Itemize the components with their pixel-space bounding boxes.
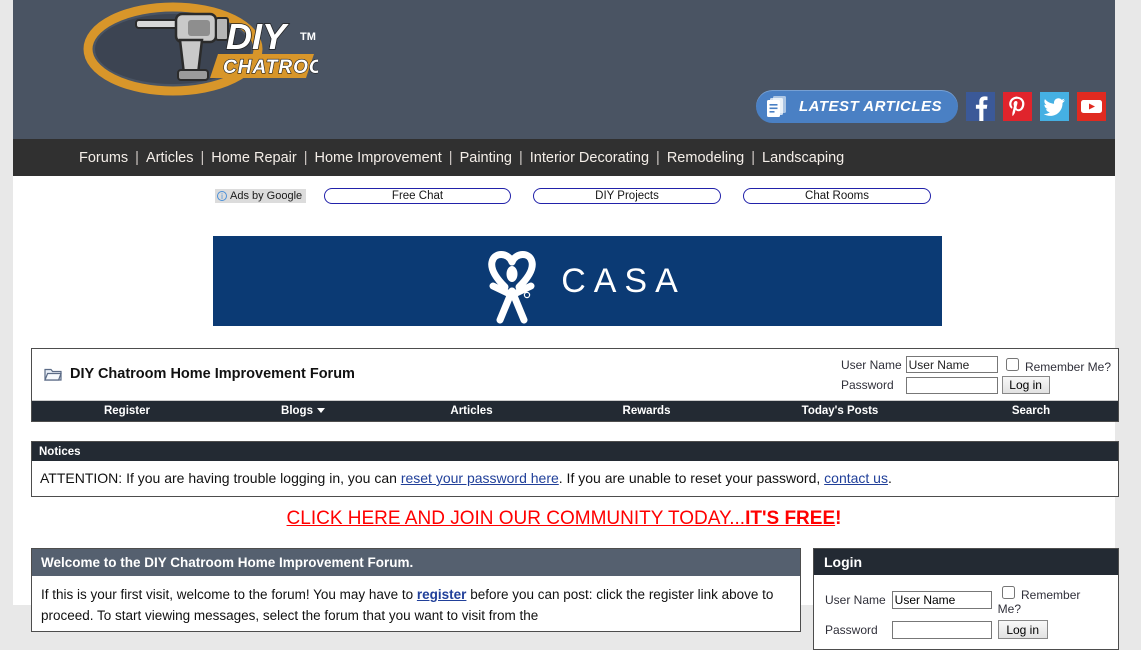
welcome-title: Welcome to the DIY Chatroom Home Improve…: [32, 549, 800, 576]
ad-link-diy-projects[interactable]: DIY Projects: [533, 188, 721, 204]
forum-nav-register[interactable]: Register: [32, 405, 222, 417]
facebook-glyph: [975, 96, 988, 121]
main-navigation: Forums | Articles | Home Repair | Home I…: [13, 139, 1115, 176]
nav-separator: |: [303, 149, 308, 166]
facebook-icon[interactable]: [966, 92, 995, 121]
casa-banner-inner: CASA: [213, 236, 942, 326]
latest-articles-button[interactable]: LATEST ARTICLES: [755, 90, 958, 123]
youtube-icon[interactable]: [1077, 92, 1106, 121]
nav-item-home-repair[interactable]: Home Repair: [211, 150, 296, 166]
nav-item-articles[interactable]: Articles: [146, 150, 194, 166]
pinterest-icon[interactable]: [1003, 92, 1032, 121]
forum-nav-search[interactable]: Search: [946, 405, 1116, 417]
nav-separator: |: [518, 149, 523, 166]
nav-separator: |: [656, 149, 660, 166]
login-panel-title: Login: [814, 549, 1118, 575]
twitter-glyph: [1043, 98, 1065, 116]
notices-text-after: .: [887, 470, 892, 486]
forum-nav-blogs-label: Blogs: [281, 405, 313, 417]
notices-text-middle: . If you are unable to reset your passwo…: [558, 470, 825, 486]
login-panel-button[interactable]: Log in: [997, 620, 1048, 639]
notices-title: Notices: [32, 442, 1118, 461]
forum-title: DIY Chatroom Home Improvement Forum: [44, 366, 355, 382]
header-login-button[interactable]: Log in: [1001, 376, 1050, 394]
forum-head: DIY Chatroom Home Improvement Forum User…: [32, 349, 1118, 401]
header-username-input[interactable]: [905, 356, 998, 373]
site-header: DIY TM CHATROOM LATEST ARTICLES: [13, 0, 1115, 139]
header-username-label: User Name: [840, 357, 902, 372]
header-password-label: Password: [840, 378, 894, 392]
login-username-label: User Name: [825, 592, 886, 607]
notices-text-before: ATTENTION: If you are having trouble log…: [40, 470, 401, 486]
login-username-input[interactable]: [891, 590, 992, 609]
ad-link-chat-rooms[interactable]: Chat Rooms: [743, 188, 931, 204]
twitter-icon[interactable]: [1040, 92, 1069, 121]
nav-separator: |: [448, 149, 453, 166]
welcome-text-2: before you can post: click the: [466, 587, 646, 602]
contact-us-link[interactable]: contact us: [824, 470, 888, 486]
reset-password-link[interactable]: reset your password here: [401, 470, 559, 486]
nav-item-home-improvement[interactable]: Home Improvement: [314, 150, 441, 166]
svg-text:TM: TM: [300, 31, 316, 43]
welcome-box: Welcome to the DIY Chatroom Home Improve…: [31, 548, 801, 632]
pinterest-glyph: [1009, 96, 1025, 116]
nav-separator: |: [200, 149, 205, 166]
join-text-main: CLICK HERE AND JOIN OUR COMMUNITY TODAY.…: [286, 508, 746, 529]
nav-item-painting[interactable]: Painting: [460, 150, 512, 166]
forum-nav-articles[interactable]: Articles: [384, 405, 559, 417]
header-remember-me-checkbox[interactable]: [1005, 358, 1019, 371]
login-panel-body: User Name Remember Me? Password Log in: [814, 575, 1118, 649]
nav-item-interior-decorating[interactable]: Interior Decorating: [530, 150, 649, 166]
join-community-link[interactable]: CLICK HERE AND JOIN OUR COMMUNITY TODAY.…: [287, 508, 836, 529]
header-login-form: User Name Remember Me? Password Log in: [839, 354, 1113, 395]
join-community-banner: CLICK HERE AND JOIN OUR COMMUNITY TODAY.…: [13, 508, 1115, 530]
nav-item-forums[interactable]: Forums: [79, 150, 128, 166]
forum-title-text: DIY Chatroom Home Improvement Forum: [70, 366, 355, 382]
page-root: DIY TM CHATROOM LATEST ARTICLES: [13, 0, 1119, 650]
svg-text:CHATROOM: CHATROOM: [223, 57, 318, 78]
login-panel: Login User Name Remember Me? Password Lo…: [813, 548, 1119, 650]
nav-separator: |: [751, 149, 755, 166]
forum-nav-rewards[interactable]: Rewards: [559, 405, 734, 417]
forum-nav-todays-posts[interactable]: Today's Posts: [734, 405, 946, 417]
youtube-glyph: [1081, 100, 1102, 113]
header-right-group: LATEST ARTICLES: [755, 90, 1106, 123]
welcome-text-1: If this is your first visit, welcome to …: [41, 587, 417, 602]
notices-box: Notices ATTENTION: If you are having tro…: [31, 441, 1119, 497]
casa-banner-ad[interactable]: CASA: [213, 236, 942, 326]
ad-link-free-chat[interactable]: Free Chat: [324, 188, 511, 204]
casa-banner-text: CASA: [561, 261, 686, 300]
join-text-end: !: [835, 508, 842, 529]
join-text-bold: IT'S FREE: [745, 508, 836, 529]
latest-articles-label: LATEST ARTICLES: [798, 98, 942, 115]
nav-item-landscaping[interactable]: Landscaping: [762, 150, 844, 166]
svg-text:DIY: DIY: [226, 16, 289, 57]
chevron-down-icon: [316, 408, 325, 414]
forum-navigation: Register Blogs Articles Rewards Today's …: [32, 401, 1118, 421]
casa-logo-icon: [488, 251, 536, 324]
login-password-label: Password: [825, 622, 878, 637]
login-password-input[interactable]: [891, 620, 992, 639]
documents-icon: [764, 94, 790, 120]
register-link[interactable]: register: [417, 587, 467, 602]
info-icon: i: [217, 191, 227, 201]
notices-body: ATTENTION: If you are having trouble log…: [32, 461, 1118, 496]
forum-header-box: DIY Chatroom Home Improvement Forum User…: [31, 348, 1119, 422]
forum-nav-blogs[interactable]: Blogs: [222, 405, 384, 417]
nav-item-remodeling[interactable]: Remodeling: [667, 150, 744, 166]
nav-separator: |: [135, 149, 139, 166]
header-password-input[interactable]: [905, 376, 998, 394]
header-remember-me-label[interactable]: Remember Me?: [1025, 360, 1111, 374]
welcome-body: If this is your first visit, welcome to …: [32, 576, 800, 631]
login-remember-me-checkbox[interactable]: [1001, 586, 1015, 599]
diy-chatroom-logo-icon: DIY TM CHATROOM: [83, 2, 318, 96]
ads-by-google-label[interactable]: i Ads by Google: [215, 189, 307, 203]
folder-icon: [44, 367, 62, 382]
ads-by-google-text: Ads by Google: [230, 190, 303, 202]
site-logo[interactable]: DIY TM CHATROOM: [68, 2, 318, 97]
